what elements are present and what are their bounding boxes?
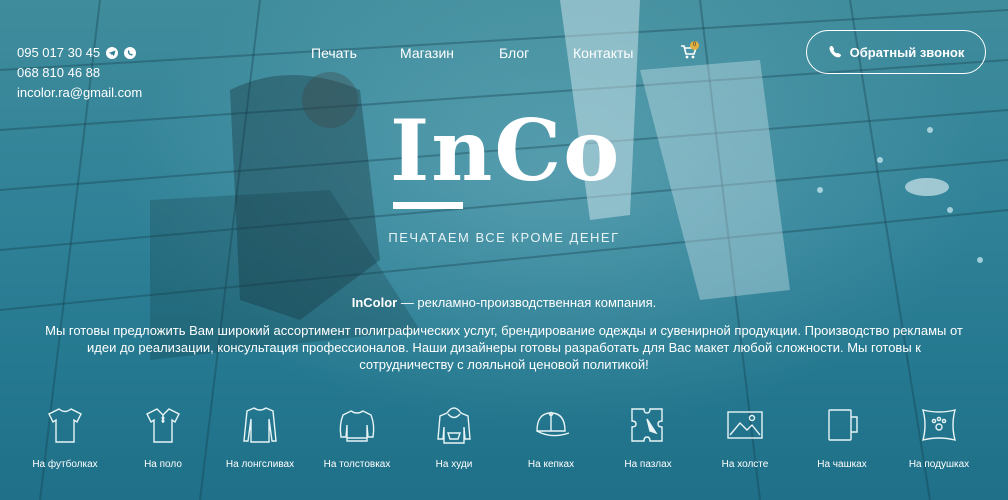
category-label: На футболках [32,459,98,470]
logo-wordmark: InCo [390,101,622,200]
tshirt-icon [48,408,82,443]
category-label: На поло [144,459,182,470]
hoodie-icon [437,407,471,444]
canvas-icon [727,411,763,439]
category-label: На толстовках [323,459,391,470]
pillow-icon [922,409,956,441]
sweatshirt-icon [339,410,375,442]
category-label: На кепках [527,459,575,470]
nav-item-shop[interactable]: Магазин [400,45,454,61]
nav-item-print[interactable]: Печать [311,45,357,61]
category-label: На чашках [817,459,867,470]
nav-item-contacts[interactable]: Контакты [573,45,633,61]
category-label: На худи [435,459,473,470]
polo-icon [146,408,180,443]
intro-rest: — рекламно-производственная компания. [397,295,657,310]
cap-icon [536,411,570,437]
category-longsleeves[interactable]: На лонгсливах [212,405,308,470]
longsleeve-icon [243,407,277,443]
intro-brand: InColor [351,295,398,310]
incolor-logo: InCo [390,106,620,214]
header-contacts: 095 017 30 45 068 810 46 88 incolor.ra@g… [17,43,142,103]
callback-button[interactable]: Обратный звонок [806,30,986,74]
company-description: Мы готовы предложить Вам широкий ассорти… [45,323,963,372]
mug-icon [828,409,858,441]
nav-item-blog[interactable]: Блог [499,45,529,61]
category-list: На футболках На поло На лонгсливах На то… [0,405,1008,485]
phone-icon [829,45,841,58]
category-canvas[interactable]: На холсте [697,405,793,470]
cart-count-badge: 0 [690,41,699,50]
email-link[interactable]: incolor.ra@gmail.com [17,83,142,103]
puzzle-icon [631,408,663,442]
category-label: На лонгсливах [225,459,295,470]
intro-text: InColor — рекламно-производственная комп… [0,295,1008,310]
category-puzzles[interactable]: На пазлах [600,405,696,470]
category-polo[interactable]: На поло [115,405,211,470]
tagline: ПЕЧАТАЕМ ВСЕ КРОМЕ ДЕНЕГ [388,230,620,245]
telegram-icon[interactable] [106,47,119,59]
category-hoodies[interactable]: На худи [406,405,502,470]
category-pillows[interactable]: На подушках [891,405,987,470]
category-sweatshirts[interactable]: На толстовках [309,405,405,470]
phone-number-1[interactable]: 095 017 30 45 [17,43,100,63]
category-mugs[interactable]: На чашках [794,405,890,470]
category-caps[interactable]: На кепках [503,405,599,470]
logo-underline [393,202,463,209]
phone-number-2[interactable]: 068 810 46 88 [17,63,100,83]
category-label: На пазлах [624,459,672,470]
viber-icon[interactable] [124,47,137,59]
category-label: На подушках [908,459,970,470]
category-label: На холсте [721,459,769,470]
category-tshirts[interactable]: На футболках [17,405,113,470]
callback-button-label: Обратный звонок [849,44,965,60]
